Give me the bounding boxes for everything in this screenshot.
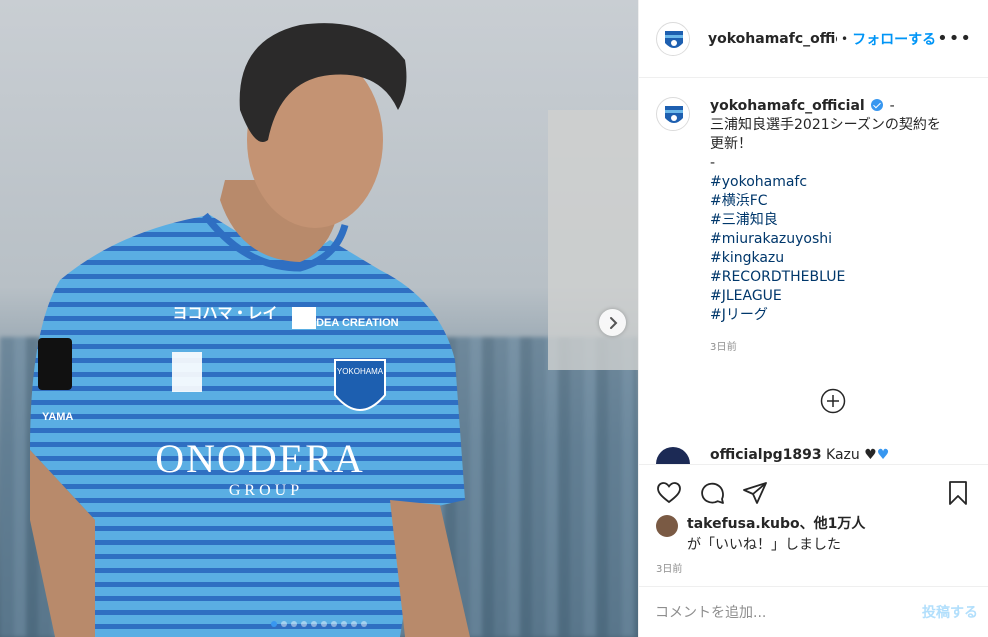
caption-avatar[interactable] <box>656 97 690 131</box>
crest-text: YOKOHAMA <box>337 367 384 376</box>
carousel-dot <box>281 621 287 627</box>
jersey-sponsor-sub: GROUP <box>229 482 303 499</box>
jersey-chest-left: ヨコハマ・レイ <box>172 305 277 322</box>
chevron-right-icon <box>609 316 617 329</box>
likes-suffix: が「いいね！」しました <box>687 537 841 553</box>
caption-username[interactable]: yokohamafc_official <box>710 98 865 114</box>
comment-text: Kazu <box>826 447 860 463</box>
hashtag-link[interactable]: #三浦知良 <box>710 211 978 230</box>
header-username[interactable]: yokohamafc_official <box>708 31 837 47</box>
caption-dash: - <box>889 98 895 114</box>
more-options-button[interactable]: ••• <box>937 28 972 49</box>
caption-dash2: - <box>710 155 716 171</box>
carousel-dots <box>0 621 638 627</box>
comment-icon[interactable] <box>698 479 726 507</box>
club-crest-icon <box>658 99 689 130</box>
caption-text-line1: 三浦知良選手2021シーズンの契約を <box>710 117 941 133</box>
carousel-next-button[interactable] <box>599 309 626 336</box>
caption-area: yokohamafc_official - 三浦知良選手2021シーズンの契約を… <box>656 97 978 445</box>
hashtag-link[interactable]: #RECORDTHEBLUE <box>710 268 978 287</box>
hashtag-list: #yokohamafc #横浜FC #三浦知良 #miurakazuyoshi #kin… <box>710 173 978 325</box>
jersey-chest-right: FUDEA CREATION <box>301 317 398 329</box>
blue-heart-icon: ♥ <box>876 447 890 463</box>
player-illustration: YOKOHAMA ヨコハマ・レイ FUDEA CREATION ONODERA … <box>30 23 470 637</box>
profile-avatar[interactable] <box>656 21 690 56</box>
caption-body: yokohamafc_official - 三浦知良選手2021シーズンの契約を… <box>710 97 978 357</box>
hashtag-link[interactable]: #JLEAGUE <box>710 287 978 306</box>
hashtag-link[interactable]: #Jリーグ <box>710 306 978 325</box>
carousel-dot <box>351 621 357 627</box>
hashtag-link[interactable]: #yokohamafc <box>710 173 978 192</box>
carousel-dot <box>301 621 307 627</box>
sleeve-text: YAMA <box>42 411 73 423</box>
jersey-sponsor: ONODERA <box>155 436 365 481</box>
post-side-panel: yokohamafc_official • フォローする ••• yokoham… <box>638 0 988 637</box>
comment-input[interactable]: コメントを追加... <box>655 602 922 622</box>
post-comment-button[interactable]: 投稿する <box>922 602 978 622</box>
action-bar: takefusa.kubo、他1万人 が「いいね！」しました 3日前 <box>639 464 988 586</box>
caption-text-line2: 更新！ <box>710 136 752 152</box>
carousel-dot <box>321 621 327 627</box>
liker-username[interactable]: takefusa.kubo <box>687 516 800 532</box>
carousel-dot <box>311 621 317 627</box>
post-image[interactable]: YOKOHAMA ヨコハマ・レイ FUDEA CREATION ONODERA … <box>0 0 638 637</box>
plus-circle-icon <box>820 388 846 414</box>
carousel-dot <box>291 621 297 627</box>
heart-icon[interactable] <box>655 479 683 507</box>
liker-avatar[interactable] <box>656 515 678 537</box>
comment-avatar[interactable] <box>656 447 690 464</box>
club-crest-icon <box>658 23 689 55</box>
comment-username[interactable]: officialpg1893 <box>710 447 822 463</box>
load-more-comments-button[interactable] <box>820 388 846 414</box>
likes-others[interactable]: 、他1万人 <box>800 516 866 532</box>
carousel-dot <box>361 621 367 627</box>
action-icons <box>655 479 972 507</box>
header-separator: • <box>841 31 849 46</box>
post-time: 3日前 <box>656 564 683 575</box>
likes-summary: takefusa.kubo、他1万人 が「いいね！」しました <box>656 515 978 556</box>
caption-time: 3日前 <box>710 342 737 353</box>
black-heart-icon: ♥ <box>864 447 877 463</box>
carousel-dot <box>331 621 337 627</box>
carousel-dot <box>341 621 347 627</box>
hashtag-link[interactable]: #kingkazu <box>710 249 978 268</box>
bookmark-icon[interactable] <box>944 479 972 507</box>
comment-preview: officialpg1893 Kazu ♥♥ <box>656 447 978 464</box>
hashtag-link[interactable]: #横浜FC <box>710 192 978 211</box>
follow-button[interactable]: フォローする <box>852 29 936 49</box>
share-icon[interactable] <box>741 479 769 507</box>
comment-box: コメントを追加... 投稿する <box>639 586 988 637</box>
hashtag-link[interactable]: #miurakazuyoshi <box>710 230 978 249</box>
carousel-dot <box>271 621 277 627</box>
verified-badge-icon <box>871 99 884 111</box>
post-header: yokohamafc_official • フォローする ••• <box>639 0 988 78</box>
